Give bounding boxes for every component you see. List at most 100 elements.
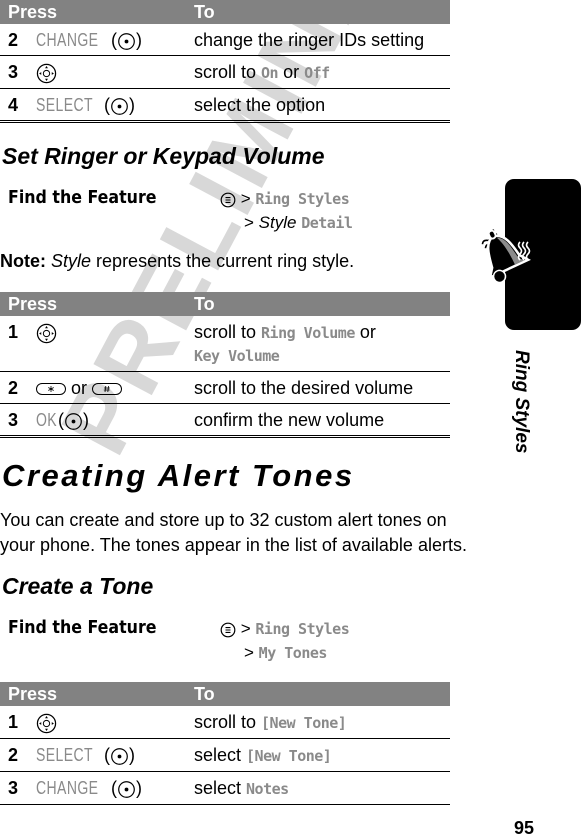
step-number: 2 [0, 371, 36, 404]
step-number: 1 [0, 706, 36, 739]
alert-tones-paragraph: You can create and store up to 32 custom… [0, 510, 467, 555]
table-row: 3 scroll to On or Off [0, 55, 450, 89]
display-text-new-tone: [New Tone] [261, 714, 347, 732]
to-header: To [194, 292, 450, 316]
style-placeholder: Style [258, 213, 297, 232]
action-text: or [278, 62, 305, 82]
center-select-key-icon [110, 747, 129, 766]
center-select-key-icon [110, 97, 129, 116]
table-row: 1 scroll to Ring Volume or Key Volume [0, 316, 450, 372]
press-cell [36, 55, 194, 89]
menu-key-icon [220, 622, 236, 638]
action-text: scroll to the desired volume [194, 378, 414, 398]
step-number: 3 [0, 403, 36, 438]
action-text: select [194, 778, 247, 798]
menu-path: > Ring Styles > My Tones [220, 617, 350, 665]
menu-key-icon [220, 192, 236, 208]
display-text-on: On [261, 64, 279, 82]
display-text-notes: Notes [246, 780, 289, 798]
select-softkey-label: SELECT [36, 745, 93, 765]
action-cell: scroll to On or Off [194, 55, 450, 89]
table-header-row: Press To [0, 0, 450, 24]
table-row: 2 or scroll to the desired volume [0, 371, 450, 404]
action-cell: select [New Tone] [194, 738, 450, 772]
press-header: Press [0, 292, 194, 316]
step-number: 1 [0, 316, 36, 372]
menu-item-detail: Detail [301, 214, 353, 232]
paren: ) [129, 95, 136, 115]
create-tone-steps-table: Press To 1 scroll to [New Tone] 2 SELECT… [0, 682, 450, 805]
select-softkey-label: SELECT [36, 95, 93, 115]
center-select-key-icon [64, 412, 83, 431]
paren: ) [136, 778, 143, 798]
table-row: 3 CHANGE () select Notes [0, 771, 450, 805]
press-cell: SELECT () [36, 88, 194, 123]
press-header: Press [0, 0, 194, 24]
to-header: To [194, 0, 450, 24]
action-text: change the ringer IDs setting [194, 30, 425, 50]
table-row: 2 CHANGE () change the ringer IDs settin… [0, 24, 450, 56]
find-the-feature-tones: Find the Feature > Ring Styles > My Tone… [8, 617, 448, 669]
action-text: select the option [194, 95, 326, 115]
display-text-new-tone: [New Tone] [246, 747, 332, 765]
action-cell: select Notes [194, 771, 450, 805]
action-text: confirm the new volume [194, 410, 385, 430]
find-the-feature-volume: Find the Feature > Ring Styles > Style D… [8, 187, 448, 239]
note-italic: Style [51, 251, 92, 271]
section-heading-alert-tones: Creating Alert Tones [2, 458, 355, 493]
press-cell: OK () [36, 403, 194, 438]
ok-softkey-label: OK [36, 410, 58, 430]
table-row: 1 scroll to [New Tone] [0, 706, 450, 739]
subheading-create-tone: Create a Tone [2, 573, 154, 599]
press-header: Press [0, 682, 194, 706]
table-row: 4 SELECT () select the option [0, 88, 450, 123]
menu-path: > Ring Styles > Style Detail [220, 187, 353, 235]
ringer-ids-steps-table: Press To 2 CHANGE () change the ringer I… [0, 0, 450, 123]
ringing-bell-icon [481, 229, 531, 284]
navigation-key-icon [36, 713, 57, 734]
style-note: Note: Style represents the current ring … [0, 251, 354, 272]
chapter-label: Ring Styles [511, 350, 532, 454]
press-cell [36, 316, 194, 372]
navigation-key-icon [36, 323, 57, 344]
action-cell: scroll to Ring Volume or Key Volume [194, 316, 450, 372]
note-label: Note: [0, 251, 46, 271]
path-separator: > [240, 619, 251, 638]
path-separator: > [244, 213, 254, 232]
display-text-off: Off [304, 64, 330, 82]
action-cell: select the option [194, 88, 450, 123]
or-text: or [71, 378, 88, 398]
action-text: or [354, 322, 376, 342]
paren: ) [129, 745, 136, 765]
action-text: select [194, 745, 247, 765]
step-number: 2 [0, 24, 36, 56]
action-cell: scroll to [New Tone] [194, 706, 450, 739]
action-text: scroll to [194, 712, 262, 732]
paren: ) [136, 30, 143, 50]
action-cell: confirm the new volume [194, 403, 450, 438]
action-text: scroll to [194, 322, 262, 342]
menu-item-ring-styles: Ring Styles [255, 620, 350, 638]
to-header: To [194, 682, 450, 706]
note-text: represents the current ring style. [91, 251, 355, 271]
step-number: 3 [0, 55, 36, 89]
menu-item-my-tones: My Tones [258, 644, 328, 662]
press-cell: CHANGE () [36, 771, 194, 805]
table-header-row: Press To [0, 682, 450, 706]
section-heading-volume: Set Ringer or Keypad Volume [2, 143, 325, 169]
action-cell: scroll to the desired volume [194, 371, 450, 404]
change-softkey-label: CHANGE [36, 30, 99, 50]
table-row: 3 OK () confirm the new volume [0, 403, 450, 438]
change-softkey-label: CHANGE [36, 778, 99, 798]
press-cell [36, 706, 194, 739]
star-key-icon [36, 382, 66, 396]
volume-steps-table: Press To 1 scroll to Ring Volume or Key … [0, 292, 450, 438]
find-feature-label: Find the Feature [8, 617, 157, 638]
paren: ) [83, 410, 90, 430]
step-number: 3 [0, 771, 36, 805]
table-header-row: Press To [0, 292, 450, 316]
center-select-key-icon [117, 32, 136, 51]
action-cell: change the ringer IDs setting [194, 24, 450, 56]
press-cell: CHANGE () [36, 24, 194, 56]
press-cell: or [36, 371, 194, 404]
